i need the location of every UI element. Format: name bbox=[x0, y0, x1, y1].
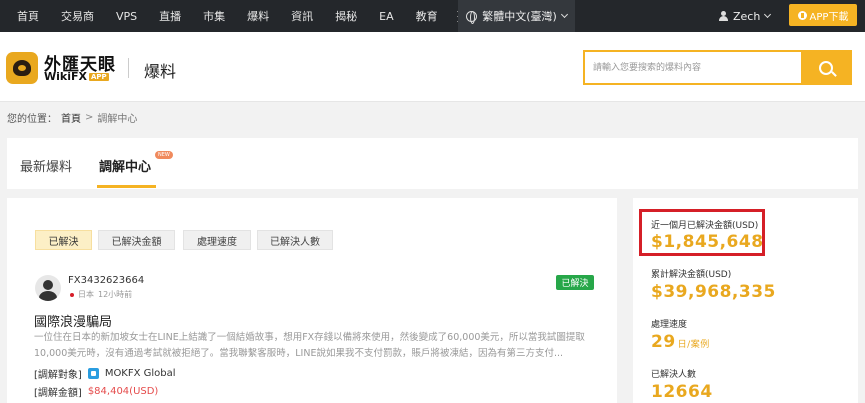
user-menu[interactable]: Zech bbox=[719, 0, 772, 32]
logo-brand: WikiFX bbox=[44, 70, 87, 83]
nav-item-live[interactable]: 直播 bbox=[148, 8, 192, 24]
filter-resolved-people[interactable]: 已解決人數 bbox=[257, 230, 333, 250]
case-list-panel: 已解決 已解決金額 處理速度 已解決人數 FX3432623664 日本 12小… bbox=[7, 198, 617, 403]
case-meta: 日本 12小時前 bbox=[70, 289, 132, 300]
search-box bbox=[583, 50, 852, 85]
breadcrumb-current: 調解中心 bbox=[97, 114, 138, 125]
mediation-amount-label: [調解金額] bbox=[34, 388, 82, 399]
mediation-target-name[interactable]: MOKFX Global bbox=[105, 368, 176, 379]
app-download-button[interactable]: APP下載 bbox=[789, 4, 857, 26]
new-badge: NEW bbox=[155, 151, 173, 159]
stat-people-value: 12664 bbox=[651, 382, 713, 402]
nav-item-brokers[interactable]: 交易商 bbox=[50, 8, 105, 24]
stats-panel: 近一個月已解決金額(USD) $1,845,648 累計解決金額(USD) $3… bbox=[633, 198, 858, 403]
header-divider bbox=[128, 58, 129, 78]
breadcrumb-separator: > bbox=[85, 112, 94, 123]
stat-monthly-label: 近一個月已解決金額(USD) bbox=[651, 221, 759, 231]
app-download-label: APP下載 bbox=[809, 11, 849, 23]
stat-monthly-value: $1,845,648 bbox=[651, 232, 764, 252]
case-country: 日本 bbox=[78, 290, 94, 299]
search-input[interactable] bbox=[585, 52, 803, 83]
tabs-bar: 最新爆料 調解中心 NEW bbox=[7, 138, 858, 189]
status-badge: 已解決 bbox=[556, 275, 594, 290]
nav-item-market[interactable]: 市集 bbox=[192, 8, 236, 24]
top-nav: 首頁 交易商 VPS 直播 市集 爆料 資訊 揭秘 EA 教育 繁體中文(臺灣)… bbox=[0, 0, 865, 32]
case-time: 12小時前 bbox=[98, 290, 133, 299]
logo-text-en: WikiFX APP bbox=[44, 70, 109, 83]
filter-resolved[interactable]: 已解決 bbox=[35, 230, 92, 250]
breadcrumb-home[interactable]: 首頁 bbox=[61, 110, 81, 125]
wikifx-logo-icon[interactable] bbox=[6, 52, 38, 84]
nav-item-exposure[interactable]: 爆料 bbox=[236, 8, 280, 24]
stat-people-label: 已解決人數 bbox=[651, 370, 697, 380]
nav-item-revealed[interactable]: 揭秘 bbox=[324, 8, 368, 24]
mediation-amount-row: [調解金額] $84,404(USD) bbox=[34, 384, 158, 399]
avatar[interactable] bbox=[35, 275, 61, 301]
mediation-amount: $84,404(USD) bbox=[87, 386, 159, 397]
logo-app-tag: APP bbox=[89, 72, 109, 81]
language-label: 繁體中文(臺灣) bbox=[482, 10, 557, 23]
nav-item-vps[interactable]: VPS bbox=[105, 10, 148, 23]
globe-icon bbox=[466, 10, 478, 24]
download-icon bbox=[797, 10, 807, 20]
nav-item-news[interactable]: 資訊 bbox=[280, 8, 324, 24]
tab-mediation-center[interactable]: 調解中心 bbox=[99, 156, 151, 175]
broker-logo-icon bbox=[87, 368, 99, 379]
active-tab-indicator bbox=[97, 185, 156, 188]
japan-flag-icon bbox=[70, 292, 74, 297]
nav-items: 首頁 交易商 VPS 直播 市集 爆料 資訊 揭秘 EA 教育 bbox=[0, 8, 471, 24]
nav-item-education[interactable]: 教育 bbox=[405, 8, 449, 24]
search-button[interactable] bbox=[801, 52, 850, 83]
chevron-down-icon bbox=[764, 10, 772, 19]
mediation-target-label: [調解對象] bbox=[34, 370, 82, 381]
page-title: 爆料 bbox=[144, 62, 177, 81]
case-title[interactable]: 國際浪漫騙局 bbox=[34, 311, 112, 330]
filter-processing-speed[interactable]: 處理速度 bbox=[183, 230, 251, 250]
stat-speed-label: 處理速度 bbox=[651, 320, 688, 330]
breadcrumb: 您的位置： 首頁 > 調解中心 bbox=[7, 110, 137, 125]
username: Zech bbox=[733, 9, 761, 23]
stat-speed-value: 29 日/案例 bbox=[651, 332, 710, 352]
case-user-id[interactable]: FX3432623664 bbox=[68, 275, 144, 286]
stat-total-value: $39,968,335 bbox=[651, 282, 776, 302]
search-icon bbox=[818, 60, 833, 75]
nav-item-home[interactable]: 首頁 bbox=[6, 8, 50, 24]
mediation-target-row: [調解對象] MOKFX Global bbox=[34, 366, 176, 381]
nav-item-ea[interactable]: EA bbox=[368, 10, 404, 23]
language-selector[interactable]: 繁體中文(臺灣) bbox=[458, 0, 575, 32]
stat-speed-unit: 日/案例 bbox=[677, 340, 710, 350]
filter-resolved-amount[interactable]: 已解決金額 bbox=[98, 230, 175, 250]
tab-latest-exposure[interactable]: 最新爆料 bbox=[20, 156, 72, 175]
user-icon bbox=[719, 11, 728, 21]
chevron-down-icon bbox=[560, 10, 568, 19]
stat-total-label: 累計解決金額(USD) bbox=[651, 270, 732, 280]
case-description[interactable]: 一位住在日本的新加坡女士在LINE上結識了一個結婚故事，想用FX存錢以備將來使用… bbox=[34, 330, 597, 362]
stat-speed-number: 29 bbox=[651, 332, 676, 352]
breadcrumb-label: 您的位置： bbox=[7, 114, 57, 125]
